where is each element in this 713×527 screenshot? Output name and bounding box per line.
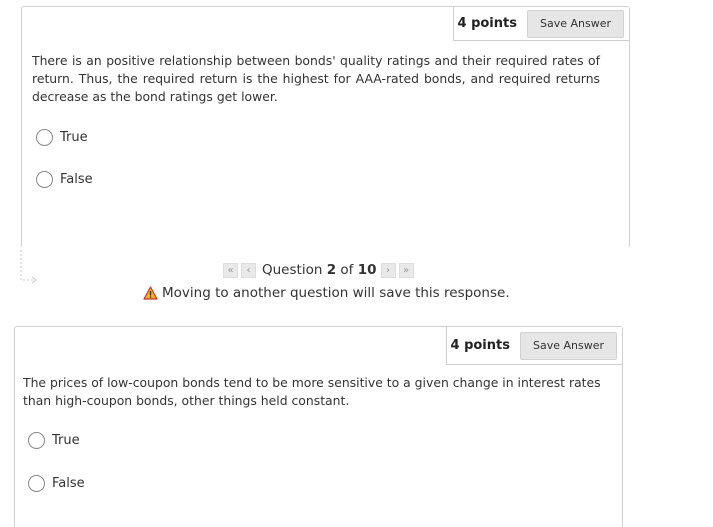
radio-button[interactable] bbox=[36, 171, 53, 188]
question-navigation: « ‹ Question 2 of 10 › » bbox=[223, 262, 417, 278]
radio-button[interactable] bbox=[28, 432, 45, 449]
question-counter-prefix: Question bbox=[262, 262, 323, 278]
radio-button[interactable] bbox=[36, 129, 53, 146]
next-question-button[interactable]: › bbox=[380, 262, 396, 278]
question-2: 4 points Save Answer The prices of low-c… bbox=[14, 326, 623, 527]
radio-button[interactable] bbox=[28, 475, 45, 492]
question-2-header: 4 points Save Answer bbox=[445, 327, 622, 365]
question-1-option-false[interactable]: False bbox=[36, 171, 93, 188]
save-warning: Moving to another question will save thi… bbox=[143, 285, 510, 301]
question-2-points: 4 points bbox=[450, 338, 510, 353]
question-1: 4 points Save Answer There is an positiv… bbox=[21, 6, 630, 247]
previous-question-button[interactable]: ‹ bbox=[241, 262, 256, 278]
first-question-button[interactable]: « bbox=[223, 262, 238, 278]
option-label: True bbox=[52, 433, 80, 448]
navigation-arrow-icon bbox=[20, 250, 37, 284]
question-1-option-true[interactable]: True bbox=[36, 129, 88, 146]
question-2-text: The prices of low-coupon bonds tend to b… bbox=[23, 375, 601, 408]
question-1-text: There is an positive relationship betwee… bbox=[32, 53, 600, 104]
option-label: True bbox=[60, 130, 88, 145]
warning-triangle-icon bbox=[143, 286, 158, 300]
current-question-number: 2 bbox=[326, 262, 337, 278]
question-1-header: 4 points Save Answer bbox=[452, 7, 629, 41]
option-label: False bbox=[52, 476, 85, 491]
question-1-save-button[interactable]: Save Answer bbox=[526, 9, 624, 38]
last-question-button[interactable]: » bbox=[398, 262, 414, 278]
question-2-option-true[interactable]: True bbox=[28, 432, 80, 449]
save-warning-text: Moving to another question will save thi… bbox=[162, 285, 510, 301]
total-questions: 10 bbox=[357, 262, 377, 278]
question-1-points: 4 points bbox=[457, 16, 517, 31]
question-2-option-false[interactable]: False bbox=[28, 475, 85, 492]
option-label: False bbox=[60, 172, 93, 187]
question-counter: Question 2 of 10 bbox=[262, 262, 377, 278]
question-counter-of: of bbox=[340, 262, 354, 278]
question-2-save-button[interactable]: Save Answer bbox=[519, 331, 617, 360]
